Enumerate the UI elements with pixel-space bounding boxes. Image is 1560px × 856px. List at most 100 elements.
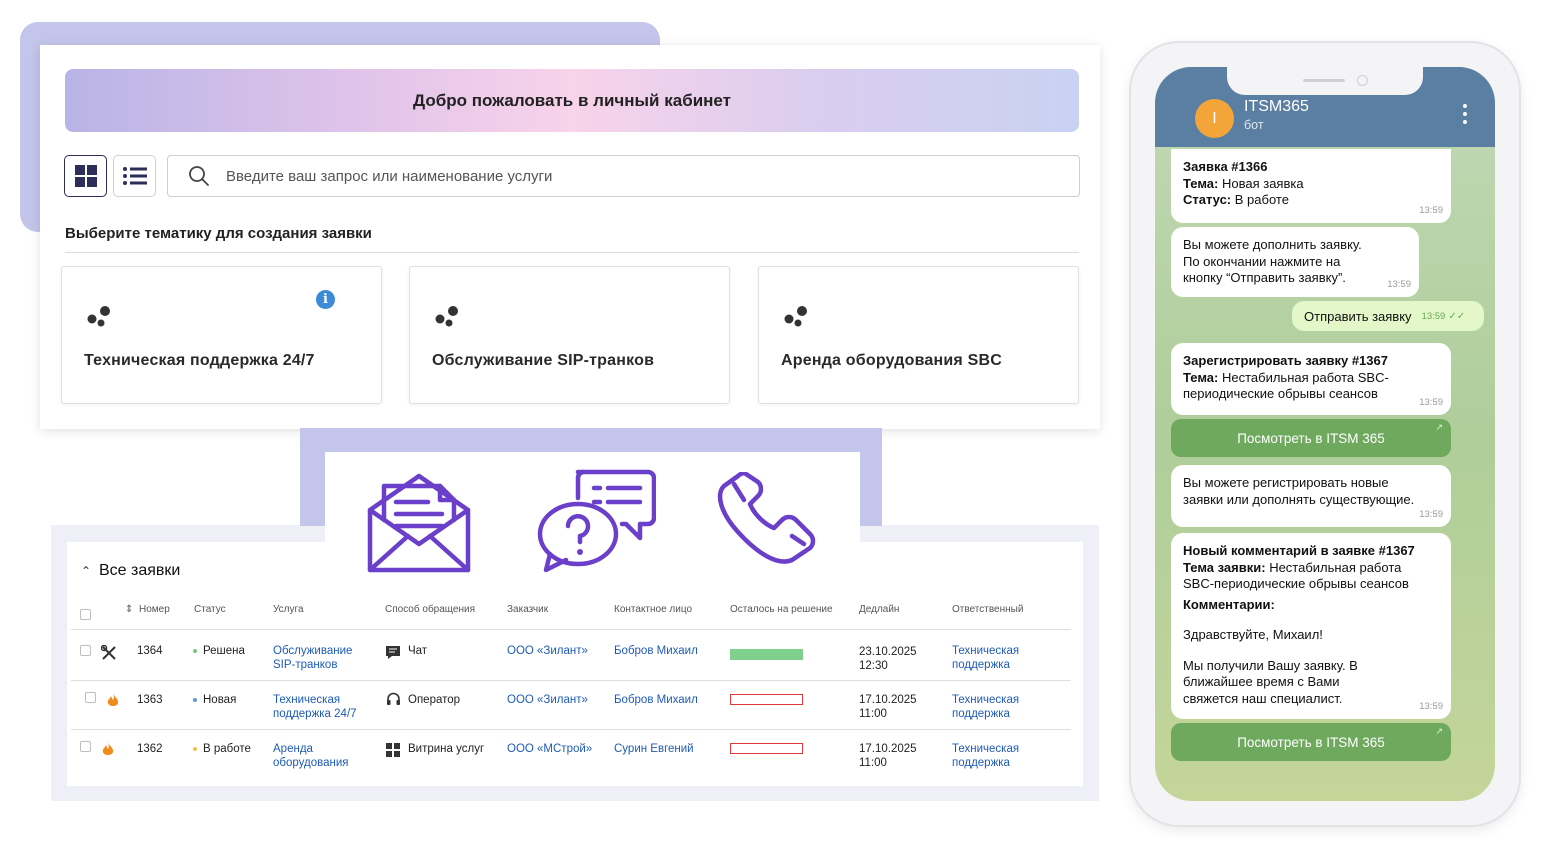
ticket-customer-link[interactable]: ООО «Зилант» (507, 693, 588, 707)
message-key: Тема: (1183, 175, 1219, 191)
list-icon (122, 167, 147, 185)
ticket-service-link[interactable]: Аренда оборудования (273, 742, 349, 770)
message-bubble: Новый комментарий в заявке #1367 Тема за… (1171, 533, 1451, 719)
table-row[interactable]: 1363 Новая Техническая поддержка 24/7 Опе… (67, 681, 1083, 729)
outgoing-message: Отправить заявку 13:59 ✓✓ (1292, 301, 1484, 331)
column-header-service[interactable]: Услуга (273, 604, 304, 615)
deadline-date: 23.10.2025 (859, 646, 917, 658)
ticket-owner-link[interactable]: Техническая поддержка (952, 742, 1019, 770)
ticket-channel: Чат (408, 645, 428, 657)
message-line: Здравствуйте, Михаил! (1183, 627, 1323, 642)
sort-icon[interactable]: ⇕ (125, 604, 133, 615)
deadline-time: 12:30 (859, 660, 888, 672)
view-in-itsm-button[interactable]: Посмотреть в ITSM 365 ↗ (1171, 419, 1451, 457)
deadline-date: 17.10.2025 (859, 694, 917, 706)
column-header-number[interactable]: Номер (139, 604, 170, 615)
external-link-icon: ↗ (1435, 726, 1443, 736)
message-line: Вы можете дополнить заявку. (1183, 237, 1362, 252)
column-header-status[interactable]: Статус (194, 604, 226, 615)
column-header-contact[interactable]: Контактное лицо (614, 604, 692, 615)
remaining-time-bar (730, 694, 803, 705)
ticket-customer-link[interactable]: ООО «Зилант» (507, 644, 588, 658)
service-tile-sbc[interactable]: Аренда оборудования SBC (758, 266, 1079, 404)
welcome-banner: Добро пожаловать в личный кабинет (65, 69, 1079, 132)
search-input[interactable]: Введите ваш запрос или наименование услу… (167, 155, 1080, 197)
portal-window: Добро пожаловать в личный кабинет Введит… (40, 45, 1100, 429)
ticket-deadline: 23.10.2025 12:30 (859, 645, 917, 673)
message-value: Нестабильная работа SBC- (1218, 369, 1389, 385)
service-tile-support[interactable]: i Техническая поддержка 24/7 (61, 266, 382, 404)
message-key: Тема заявки: (1183, 559, 1266, 575)
service-dots-icon (87, 306, 110, 327)
column-header-remaining[interactable]: Осталось на решение (730, 604, 833, 615)
deadline-date: 17.10.2025 (859, 743, 917, 755)
search-placeholder: Введите ваш запрос или наименование услу… (226, 167, 553, 185)
ticket-channel: Витрина услуг (408, 743, 485, 755)
view-in-itsm-button[interactable]: Посмотреть в ITSM 365 ↗ (1171, 723, 1451, 761)
list-view-button[interactable] (113, 155, 156, 197)
ticket-contact-link[interactable]: Бобров Михаил (614, 693, 698, 707)
service-line-1: Обслуживание (273, 645, 353, 657)
select-all-checkbox[interactable] (80, 609, 91, 620)
service-line-2: оборудования (273, 757, 349, 769)
table-row[interactable]: 1362 В работе Аренда оборудования Витрина… (67, 730, 1083, 780)
search-icon (189, 166, 209, 186)
read-checkmarks-icon: ✓✓ (1448, 310, 1466, 322)
ticket-service-link[interactable]: Техническая поддержка 24/7 (273, 693, 357, 721)
table-row[interactable]: 1364 Решена Обслуживание SIP-транков Чат … (67, 630, 1083, 680)
more-menu-icon[interactable] (1463, 104, 1467, 128)
status-text: Решена (203, 645, 245, 657)
row-checkbox[interactable] (80, 645, 91, 656)
message-bubble: Зарегистрировать заявку #1367 Тема: Нест… (1171, 343, 1451, 415)
message-line: Новый комментарий в заявке #1367 (1183, 543, 1415, 558)
column-header-owner[interactable]: Ответственный (952, 604, 1023, 615)
ticket-service-link[interactable]: Обслуживание SIP-транков (273, 644, 352, 672)
external-link-icon: ↗ (1435, 422, 1443, 432)
service-tile-sip[interactable]: Обслуживание SIP-транков (409, 266, 730, 404)
owner-line-1: Техническая (952, 645, 1020, 657)
ticket-number: 1364 (137, 645, 163, 657)
status-dot (193, 697, 197, 702)
grid-view-button[interactable] (64, 155, 107, 197)
message-bubble: Заявка #1366 Тема: Новая заявка Статус: … (1171, 149, 1451, 223)
status-dot (193, 648, 197, 653)
message-line: Комментарии: (1183, 596, 1275, 612)
owner-line-1: Техническая (952, 743, 1020, 755)
ticket-owner-link[interactable]: Техническая поддержка (952, 693, 1019, 721)
speaker-grille (1303, 79, 1345, 82)
message-time: 13:59 (1387, 278, 1411, 290)
service-line-1: Техническая (273, 694, 341, 706)
message-line: Зарегистрировать заявку #1367 (1183, 353, 1388, 368)
ticket-customer-link[interactable]: ООО «МСтрой» (507, 742, 592, 756)
ticket-contact-link[interactable]: Бобров Михаил (614, 644, 698, 658)
service-dots-icon (784, 306, 807, 327)
message-line: свяжется наш специалист. (1183, 690, 1343, 706)
column-header-channel[interactable]: Способ обращения (385, 604, 475, 615)
tools-icon (101, 645, 116, 660)
ticket-number: 1363 (137, 694, 163, 706)
ticket-owner-link[interactable]: Техническая поддержка (952, 644, 1019, 672)
column-header-customer[interactable]: Заказчик (507, 604, 548, 615)
message-text: Отправить заявку (1304, 308, 1412, 324)
service-line-1: Аренда (273, 743, 313, 755)
message-time: 13:59 (1419, 204, 1443, 216)
ticket-status: В работе (193, 742, 251, 756)
message-time: 13:59 (1421, 310, 1446, 322)
showcase-grid-icon (386, 743, 400, 757)
column-header-deadline[interactable]: Дедлайн (859, 604, 899, 615)
fire-icon (102, 742, 114, 755)
ticket-deadline: 17.10.2025 11:00 (859, 742, 917, 770)
row-checkbox[interactable] (80, 741, 91, 752)
bot-avatar[interactable]: I (1195, 99, 1234, 138)
message-line: Статус: В работе (1183, 192, 1439, 209)
message-line: Тема: Новая заявка (1183, 176, 1439, 193)
message-line: Тема: Нестабильная работа SBC- (1183, 370, 1439, 387)
row-checkbox[interactable] (85, 692, 96, 703)
collapse-chevron-icon[interactable]: ⌃ (81, 564, 91, 578)
service-line-2: поддержка 24/7 (273, 708, 357, 720)
message-line: Тема заявки: Нестабильная работа (1183, 560, 1439, 577)
info-icon[interactable]: i (316, 290, 335, 309)
section-divider (65, 252, 1079, 253)
ticket-contact-link[interactable]: Сурин Евгений (614, 742, 694, 756)
chat-icon (386, 646, 400, 659)
